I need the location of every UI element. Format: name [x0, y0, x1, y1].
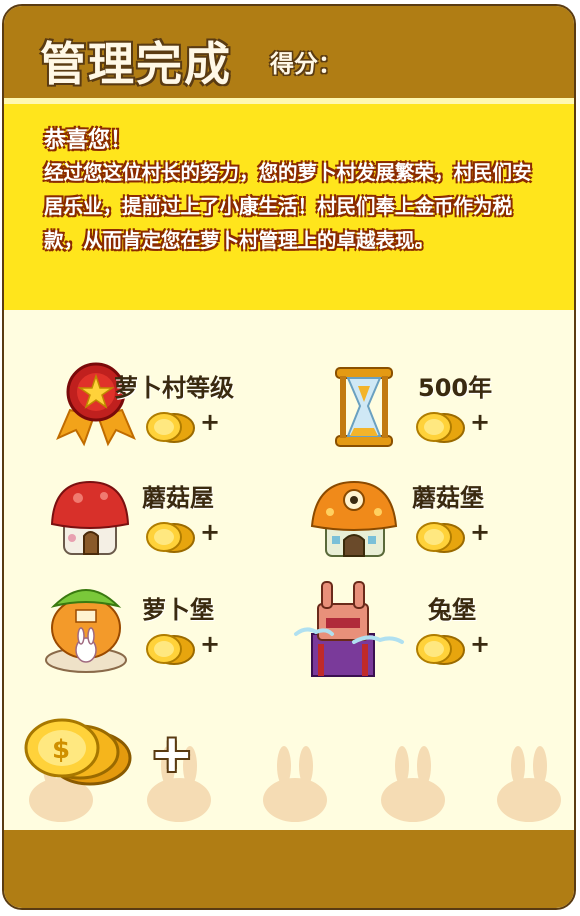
result-panel: 管理完成 得分： 恭喜您！ 经过您这位村长的努力，您的萝卜村发展繁荣，村民们安居… [2, 4, 576, 910]
plus-sign: + [470, 518, 491, 546]
plus-sign: + [200, 518, 221, 546]
plus-sign: + [470, 408, 491, 436]
rabbit-castle-icon [294, 581, 404, 677]
mushroom-house-icon [50, 480, 130, 555]
reward-years: 500年 + [322, 367, 572, 478]
reward-label: 萝卜堡 [142, 596, 214, 624]
bunny-silhouette-icon [381, 746, 445, 822]
mushroom-castle-icon [310, 480, 398, 557]
coin-pile-icon: $ [24, 718, 132, 786]
reward-label: 萝卜村等级 [114, 374, 234, 402]
header-bar: 管理完成 得分： [4, 6, 574, 98]
message-box: 恭喜您！ 经过您这位村长的努力，您的萝卜村发展繁荣，村民们安居乐业，提前过上了小… [4, 98, 574, 310]
reward-label: 蘑菇堡 [412, 484, 484, 512]
hourglass-icon [335, 367, 393, 447]
plus-sign: + [200, 630, 221, 658]
bunny-silhouette-icon [263, 746, 327, 822]
score-label: 得分： [270, 50, 342, 78]
total-plus-sign: + [150, 724, 194, 784]
message-title: 恭喜您！ [44, 128, 133, 153]
reward-label: 蘑菇屋 [142, 484, 214, 512]
coin-icon [416, 522, 465, 553]
svg-text:$: $ [52, 735, 70, 765]
coin-icon [146, 522, 195, 553]
bunny-silhouette-icon [497, 746, 561, 822]
message-body: 经过您这位村长的努力，您的萝卜村发展繁荣，村民们安居乐业，提前过上了小康生活！村… [44, 161, 532, 252]
reward-rabbit-castle: 兔堡 + [294, 581, 572, 700]
reward-label: 500年 [418, 374, 493, 402]
footer-bar [4, 826, 574, 908]
page-title: 管理完成 [40, 37, 232, 91]
reward-village-level: 萝卜村等级 + [52, 362, 302, 478]
reward-label: 兔堡 [428, 596, 476, 624]
plus-sign: + [200, 408, 221, 436]
reward-mushroom-house: 蘑菇屋 + [50, 478, 302, 588]
coin-icon [146, 634, 195, 665]
coin-icon [146, 412, 195, 443]
carrot-castle-icon [45, 589, 127, 673]
coin-icon [416, 412, 465, 443]
total-row: $ + [4, 706, 574, 826]
reward-mushroom-castle: 蘑菇堡 + [310, 478, 572, 588]
coin-icon [416, 634, 465, 665]
reward-carrot-castle: 萝卜堡 + [45, 589, 302, 700]
plus-sign: + [470, 630, 491, 658]
